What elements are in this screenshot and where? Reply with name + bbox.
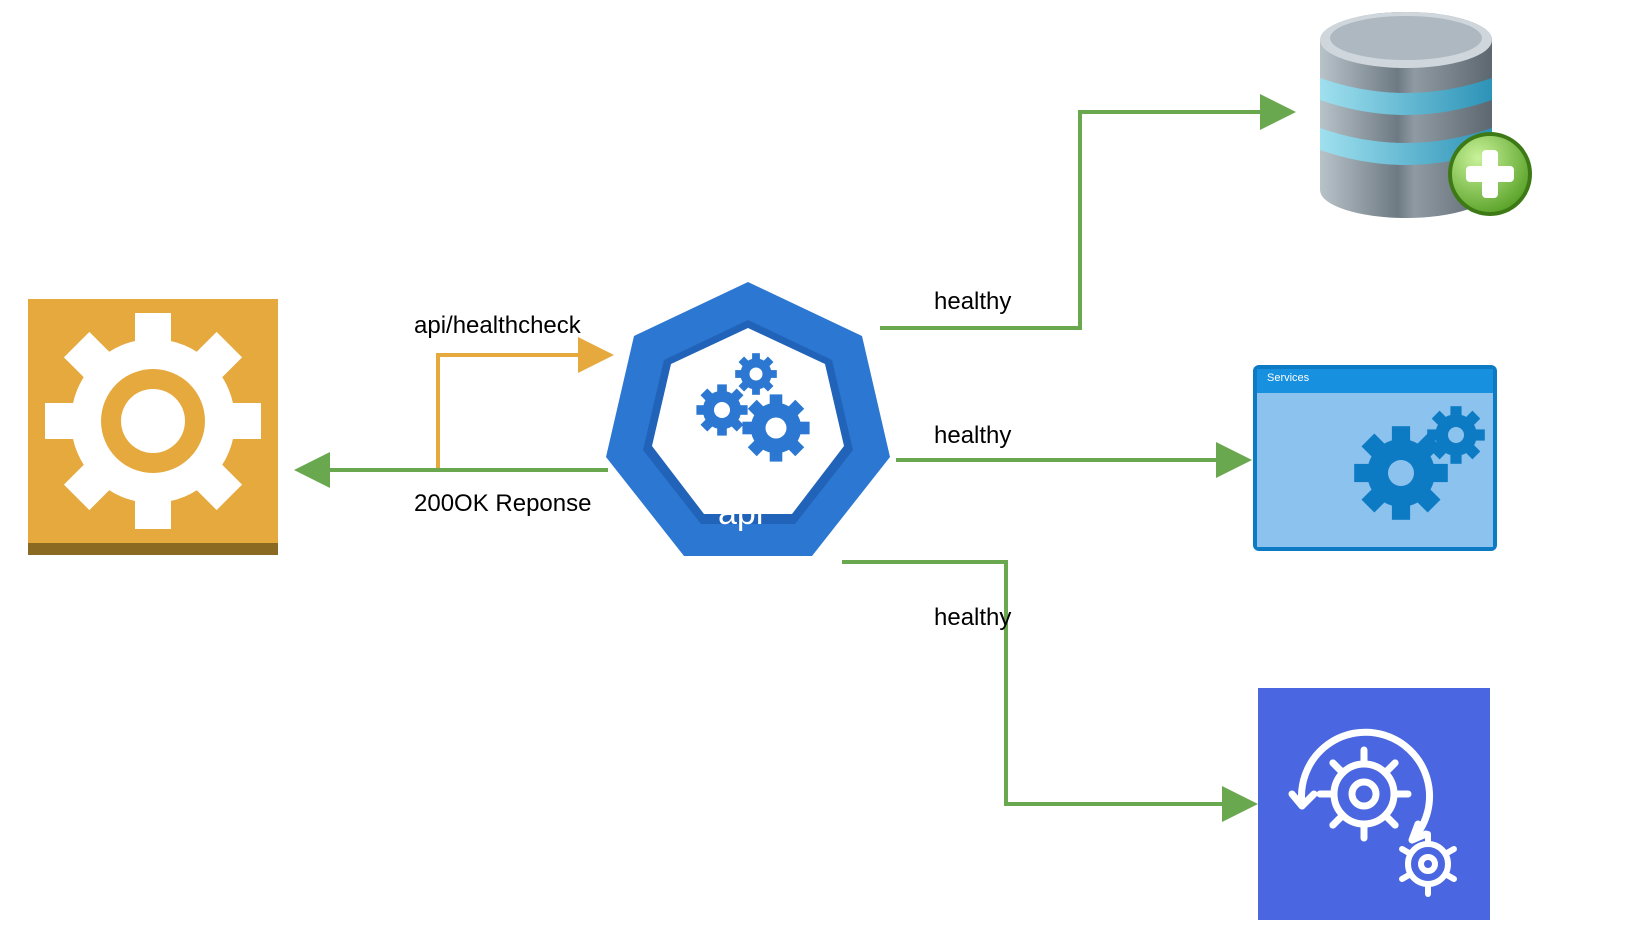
label-healthy-db: healthy (934, 288, 1011, 316)
services-window-icon (1251, 363, 1499, 553)
services-window-title: Services (1267, 372, 1309, 384)
gear-service-icon (18, 293, 288, 563)
services-window-node: Services (1251, 363, 1499, 553)
edge-request (438, 355, 608, 468)
label-request: api/healthcheck (414, 312, 581, 340)
api-label: api (718, 494, 763, 533)
api-node: api (604, 274, 892, 574)
ops-cycle-icon (1258, 688, 1490, 920)
database-plus-icon (1296, 0, 1536, 230)
label-response: 200OK Reponse (414, 490, 591, 518)
database-node (1296, 0, 1536, 230)
edge-to-ops (842, 562, 1252, 804)
label-healthy-ops: healthy (934, 604, 1011, 632)
caller-service (18, 293, 288, 563)
ops-cycle-node (1258, 688, 1490, 920)
label-healthy-svc: healthy (934, 422, 1011, 450)
